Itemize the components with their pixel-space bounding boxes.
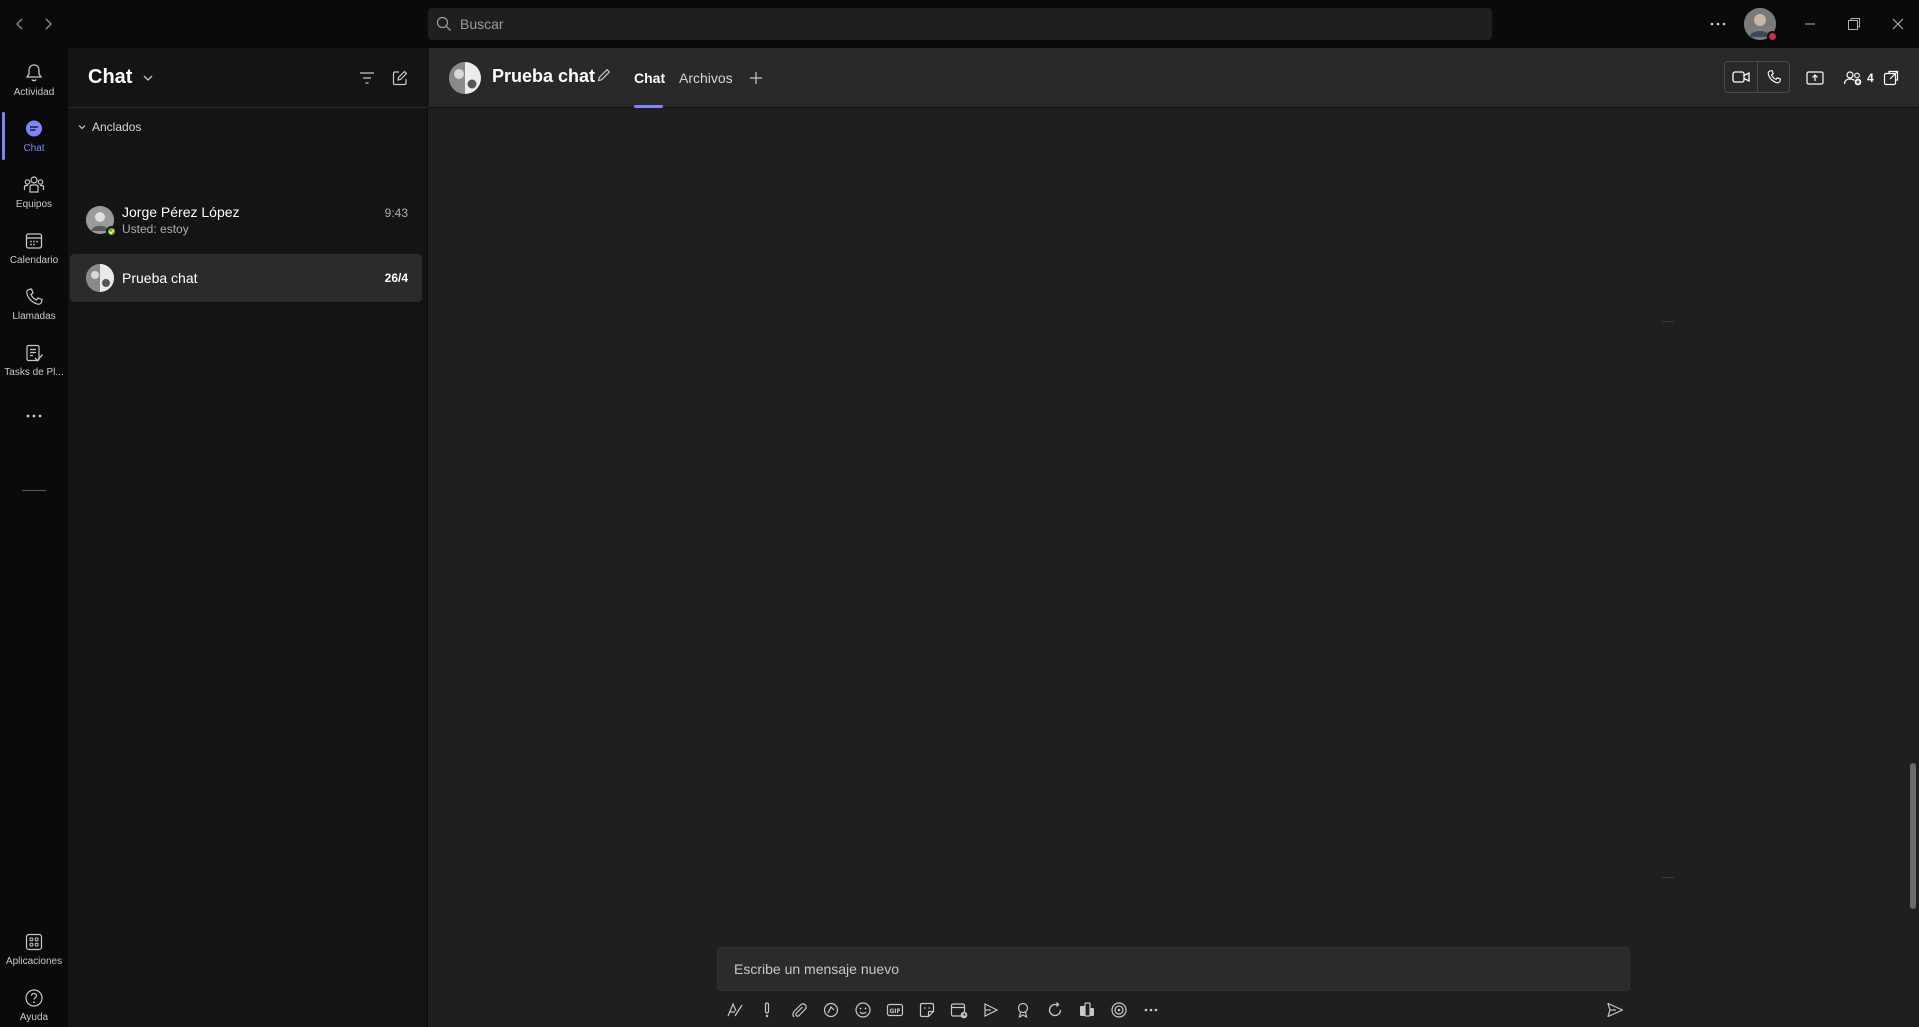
audio-call-icon[interactable] <box>1757 62 1789 92</box>
restore-icon[interactable] <box>1838 8 1870 40</box>
tab-chat[interactable]: Chat <box>634 70 665 86</box>
chat-time: 9:43 <box>384 206 408 220</box>
pinned-section-label: Anclados <box>92 120 142 134</box>
rail-item-apps[interactable]: Aplicaciones <box>0 921 68 977</box>
rail-label: Llamadas <box>12 310 56 322</box>
gif-icon[interactable]: GIF <box>879 996 911 1024</box>
teams-icon <box>23 175 45 195</box>
viva-icon[interactable] <box>1103 996 1135 1024</box>
search-icon <box>436 16 452 32</box>
chat-list-panel: Chat Anclados Jorge Pérez López Usted: e… <box>68 48 428 1027</box>
profile-avatar[interactable] <box>1744 8 1778 42</box>
minimize-icon[interactable] <box>1794 8 1826 40</box>
chat-preview: Usted: estoy <box>122 222 189 236</box>
chat-list-title-text: Chat <box>88 66 133 88</box>
conversation-title: Prueba chat <box>492 66 596 86</box>
filter-icon[interactable] <box>355 66 379 90</box>
search-bar[interactable] <box>428 8 1492 40</box>
more-apps-icon[interactable] <box>0 404 68 428</box>
chat-list-item-selected[interactable]: Prueba chat 26/4 <box>70 254 422 302</box>
chat-list-item[interactable]: Jorge Pérez López Usted: estoy 9:43 <box>70 196 422 244</box>
edit-icon[interactable] <box>596 67 612 83</box>
forward-arrow-icon[interactable] <box>36 12 60 36</box>
rail-label: Aplicaciones <box>5 955 63 967</box>
phone-icon <box>24 287 44 307</box>
message-input[interactable] <box>718 948 1629 990</box>
available-presence-icon <box>106 226 117 237</box>
new-chat-icon[interactable] <box>388 66 412 90</box>
busy-presence-icon <box>1767 31 1778 42</box>
format-icon[interactable] <box>719 996 751 1024</box>
chat-list-title[interactable]: Chat <box>88 66 154 89</box>
loop-icon[interactable] <box>815 996 847 1024</box>
rail-item-teams[interactable]: Equipos <box>0 164 68 220</box>
help-icon <box>24 988 44 1008</box>
scrollbar-thumb[interactable] <box>1910 763 1916 909</box>
send-icon[interactable] <box>1599 996 1631 1024</box>
tasks-icon <box>24 343 44 363</box>
back-arrow-icon[interactable] <box>8 12 32 36</box>
sticker-icon[interactable] <box>911 996 943 1024</box>
call-button-group <box>1724 61 1790 93</box>
important-icon[interactable] <box>751 996 783 1024</box>
add-tab-icon[interactable] <box>744 66 768 90</box>
svg-text:GIF: GIF <box>889 1008 900 1015</box>
rail-item-calls[interactable]: Llamadas <box>0 276 68 332</box>
more-options-icon[interactable] <box>1135 996 1167 1024</box>
participants-count: 4 <box>1867 71 1874 85</box>
search-input[interactable] <box>460 16 1492 32</box>
rail-item-calendar[interactable]: Calendario <box>0 220 68 276</box>
forms-icon[interactable] <box>1071 996 1103 1024</box>
more-options-icon[interactable] <box>1706 12 1730 36</box>
participants-button[interactable]: 4 <box>1843 66 1874 90</box>
divider <box>1662 321 1674 322</box>
close-icon[interactable] <box>1882 8 1914 40</box>
caret-down-icon <box>78 123 86 131</box>
divider <box>1662 877 1674 878</box>
praise-icon[interactable] <box>1007 996 1039 1024</box>
rail-label: Equipos <box>15 198 53 210</box>
composer-toolbar: GIF <box>719 996 1167 1024</box>
chat-icon <box>24 119 44 139</box>
group-avatar <box>449 62 481 94</box>
chat-list-header: Chat <box>68 48 428 108</box>
people-add-icon <box>1843 70 1863 86</box>
emoji-icon[interactable] <box>847 996 879 1024</box>
group-avatar <box>86 264 114 292</box>
chat-name: Prueba chat <box>122 270 198 286</box>
video-call-icon[interactable] <box>1725 62 1757 92</box>
rail-item-tasks[interactable]: Tasks de Pl... <box>0 332 68 388</box>
rail-label: Tasks de Pl... <box>4 366 64 378</box>
chat-time: 26/4 <box>384 271 408 285</box>
bell-icon <box>24 63 44 83</box>
rail-label: Ayuda <box>19 1011 49 1023</box>
chat-name: Jorge Pérez López <box>122 204 240 220</box>
conversation-header: Prueba chat Chat Archivos 4 <box>429 48 1919 108</box>
title-bar <box>0 0 1919 48</box>
rail-label: Calendario <box>9 254 59 266</box>
rail-item-chat[interactable]: Chat <box>0 108 68 164</box>
rail-label: Chat <box>23 142 45 154</box>
rail-divider <box>22 490 46 491</box>
chevron-down-icon <box>142 72 154 84</box>
active-tab-indicator <box>634 105 663 108</box>
tab-files[interactable]: Archivos <box>679 70 733 86</box>
rail-item-activity[interactable]: Actividad <box>0 52 68 108</box>
app-rail: Actividad Chat Equipos Calendario Llamad… <box>0 48 68 1027</box>
schedule-meeting-icon[interactable] <box>943 996 975 1024</box>
pop-out-icon[interactable] <box>1883 66 1899 90</box>
apps-icon <box>24 932 44 952</box>
attach-icon[interactable] <box>783 996 815 1024</box>
avatar <box>86 206 117 237</box>
message-composer[interactable] <box>717 947 1630 991</box>
message-area: GIF <box>429 109 1919 1027</box>
pinned-section-header[interactable]: Anclados <box>78 120 141 134</box>
calendar-icon <box>24 231 44 251</box>
rail-label: Actividad <box>13 86 55 98</box>
share-screen-icon[interactable] <box>1806 66 1824 90</box>
refresh-icon[interactable] <box>1039 996 1071 1024</box>
stream-icon[interactable] <box>975 996 1007 1024</box>
rail-item-help[interactable]: Ayuda <box>0 977 68 1027</box>
